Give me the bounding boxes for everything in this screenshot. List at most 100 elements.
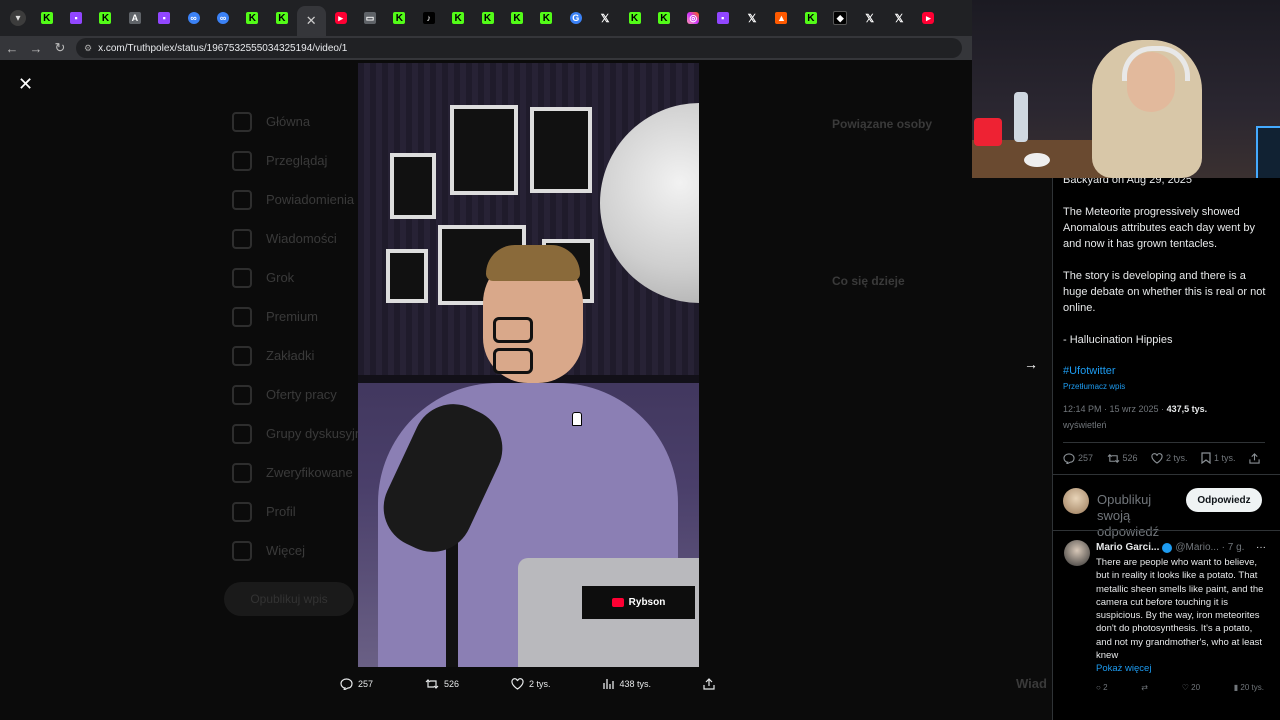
- diamond-icon: ◆: [833, 11, 848, 25]
- site-info-icon[interactable]: ⚙: [84, 43, 92, 54]
- dimmed-nav-label: Premium: [266, 309, 319, 324]
- forward-button[interactable]: →: [24, 41, 48, 56]
- dimmed-nav-label: Profil: [266, 504, 296, 519]
- comment-views-action[interactable]: ▮ 20 tys.: [1234, 683, 1264, 692]
- views-action[interactable]: 438 tys.: [602, 678, 651, 690]
- mouse-cursor-icon: [572, 412, 582, 426]
- repost-icon: [1107, 453, 1119, 463]
- browser-tab[interactable]: ▸: [914, 4, 943, 32]
- browser-tab[interactable]: K: [502, 4, 531, 32]
- channel-name: Rybson: [628, 597, 666, 608]
- commenter-name[interactable]: Mario Garci...: [1096, 542, 1159, 553]
- commenter-avatar[interactable]: [1064, 540, 1090, 566]
- repost-action[interactable]: 526: [1107, 452, 1138, 464]
- browser-tab[interactable]: ◆: [826, 4, 855, 32]
- browser-tab[interactable]: K: [532, 4, 561, 32]
- divider: [1053, 474, 1280, 475]
- dimmed-nav-icon: [232, 423, 252, 444]
- reply-action[interactable]: 257: [340, 678, 373, 690]
- video-frame-poster: [386, 249, 428, 303]
- youtube-icon: ▸: [922, 12, 935, 24]
- browser-tab[interactable]: ▪: [150, 4, 179, 32]
- browser-tab[interactable]: ♪: [414, 4, 443, 32]
- browser-tab[interactable]: ∞: [208, 4, 237, 32]
- repost-action[interactable]: 526: [425, 678, 459, 690]
- x-icon: 𝕏: [600, 12, 610, 25]
- tweet-time[interactable]: 12:14 PM · 15 wrz 2025 ·: [1063, 404, 1167, 414]
- video-player[interactable]: Rybson: [358, 63, 699, 667]
- browser-tab[interactable]: K: [649, 4, 678, 32]
- kick-icon: K: [40, 12, 53, 24]
- video-person-glasses: [493, 317, 575, 374]
- repost-icon: [425, 679, 439, 689]
- comment-reply-action[interactable]: ○ 2: [1096, 683, 1108, 692]
- browser-tab-bar: ▾ K ▪ K A ▪ ∞ ∞ K K ✕ ▸ ▭ K ♪ K K K K G 𝕏 K K ◎ ▪ 𝕏 ▲ K ◆ 𝕏 𝕏 ▸: [0, 0, 972, 36]
- twitch-icon: ▪: [70, 12, 83, 24]
- dimmed-nav-label: Powiadomienia: [266, 192, 355, 207]
- translate-link[interactable]: Przetłumacz wpis: [1063, 382, 1125, 391]
- like-action[interactable]: 2 tys.: [1151, 452, 1188, 464]
- browser-tab[interactable]: ▲: [767, 4, 796, 32]
- close-media-button[interactable]: ✕: [18, 74, 33, 95]
- youtube-icon: [611, 598, 624, 607]
- browser-tab[interactable]: G: [561, 4, 590, 32]
- like-action[interactable]: 2 tys.: [511, 678, 551, 690]
- kick-icon: K: [393, 12, 406, 24]
- browser-tab[interactable]: K: [620, 4, 649, 32]
- reply-input[interactable]: Opublikuj swoją odpowiedź: [1097, 492, 1175, 540]
- browser-tab[interactable]: ✕: [296, 6, 326, 36]
- close-icon[interactable]: ✕: [306, 13, 317, 29]
- browser-tab[interactable]: K: [385, 4, 414, 32]
- browser-tab[interactable]: A: [120, 4, 149, 32]
- show-more-link[interactable]: Pokaż więcej: [1096, 663, 1151, 674]
- back-button[interactable]: ←: [0, 41, 24, 56]
- url-input[interactable]: ⚙ x.com/Truthpolex/status/19675325550343…: [76, 38, 962, 58]
- share-action[interactable]: [1249, 452, 1263, 464]
- tab-search-menu-button[interactable]: ▾: [10, 10, 26, 26]
- browser-tab[interactable]: K: [267, 4, 296, 32]
- divider: [1053, 530, 1280, 531]
- commenter-handle[interactable]: @Mario...: [1175, 542, 1219, 553]
- reply-action[interactable]: 257: [1063, 452, 1093, 464]
- browser-tab[interactable]: 𝕏: [590, 4, 619, 32]
- kick-icon: K: [275, 12, 288, 24]
- dimmed-trending-heading: Co się dzieje: [832, 274, 905, 288]
- browser-tab[interactable]: ∞: [179, 4, 208, 32]
- dimmed-nav-item: Zweryfikowane: [232, 453, 369, 492]
- dimmed-nav-icon: [232, 267, 252, 288]
- kick-icon: K: [510, 12, 523, 24]
- hashtag-link[interactable]: #Ufotwitter: [1063, 365, 1116, 377]
- dimmed-nav-icon: [232, 228, 252, 249]
- browser-tab[interactable]: K: [238, 4, 267, 32]
- youtube-channel-badge: Rybson: [582, 586, 695, 619]
- like-count: 2 tys.: [1166, 453, 1188, 463]
- browser-tab[interactable]: ▸: [326, 4, 355, 32]
- x-icon: 𝕏: [747, 12, 757, 25]
- browser-tab[interactable]: K: [796, 4, 825, 32]
- browser-tab[interactable]: ◎: [679, 4, 708, 32]
- close-icon: ✕: [18, 74, 34, 94]
- browser-tab[interactable]: 𝕏: [737, 4, 766, 32]
- share-action[interactable]: [703, 678, 720, 690]
- share-icon: [1249, 452, 1260, 464]
- browser-tab[interactable]: K: [443, 4, 472, 32]
- browser-tab[interactable]: 𝕏: [884, 4, 913, 32]
- dimmed-nav-icon: [232, 111, 252, 132]
- dimmed-nav-label: Główna: [266, 114, 311, 129]
- browser-tab[interactable]: 𝕏: [855, 4, 884, 32]
- comment-repost-action[interactable]: ⇄: [1141, 683, 1148, 692]
- video-frame-poster: [390, 153, 436, 219]
- reply-submit-button[interactable]: Odpowiedz: [1186, 488, 1262, 512]
- comment-time[interactable]: · 7 g.: [1222, 542, 1245, 553]
- bookmark-action[interactable]: 1 tys.: [1201, 452, 1236, 464]
- browser-tab[interactable]: K: [473, 4, 502, 32]
- browser-tab[interactable]: K: [32, 4, 61, 32]
- browser-tab[interactable]: K: [91, 4, 120, 32]
- next-media-button[interactable]: →: [1024, 356, 1038, 372]
- more-options-icon[interactable]: ···: [1256, 542, 1266, 553]
- browser-tab[interactable]: ▪: [708, 4, 737, 32]
- browser-tab[interactable]: ▪: [61, 4, 90, 32]
- reload-button[interactable]: ↻: [48, 40, 72, 56]
- browser-tab[interactable]: ▭: [355, 4, 384, 32]
- comment-like-action[interactable]: ♡ 20: [1182, 683, 1200, 692]
